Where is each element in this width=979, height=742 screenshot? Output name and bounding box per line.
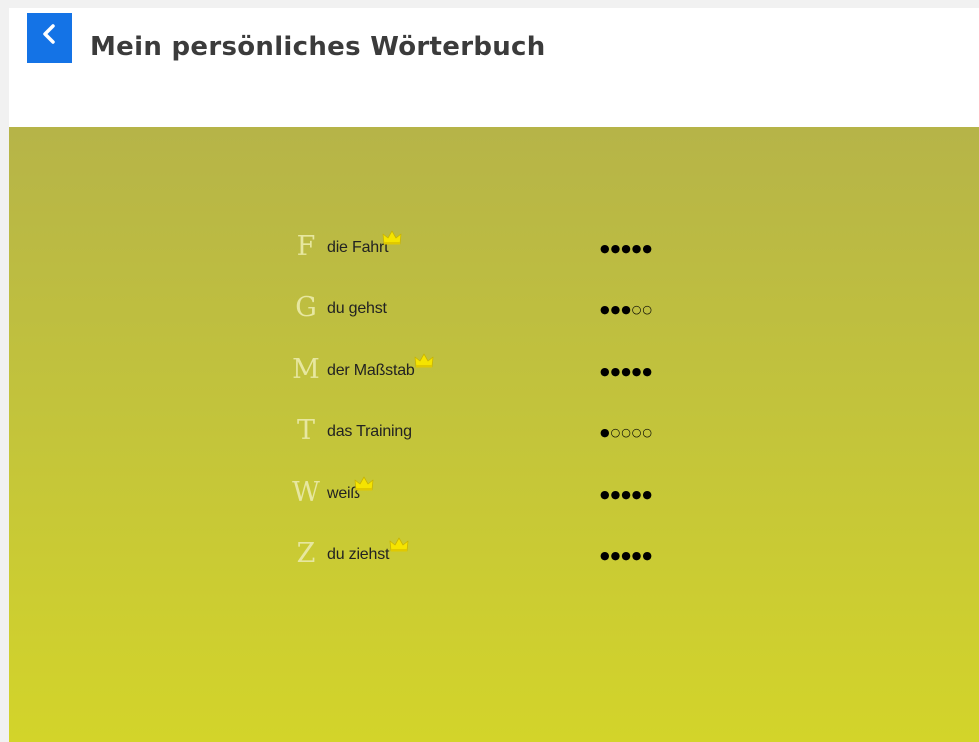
letter-heading: G: [295, 292, 317, 323]
word-text: die Fahrt: [327, 239, 389, 256]
progress-dots: ●●●○○: [600, 303, 653, 316]
top-border: [0, 0, 979, 8]
page: Mein persönliches Wörterbuch Fdie Fahrt ●…: [0, 0, 979, 742]
page-title: Mein persönliches Wörterbuch: [90, 32, 546, 62]
crown-icon: [354, 476, 374, 491]
crown-icon: [414, 353, 434, 368]
letter-heading: W: [292, 477, 320, 508]
word-row[interactable]: Zdu ziehst ●●●●●: [292, 537, 692, 577]
word-text: das Training: [327, 423, 412, 440]
word-text: der Maßstab: [327, 362, 415, 379]
word-row[interactable]: Wweiß ●●●●●: [292, 476, 692, 516]
left-border: [0, 0, 9, 742]
letter-heading: Z: [296, 538, 316, 569]
header: Mein persönliches Wörterbuch: [9, 8, 979, 127]
crown-icon: [382, 230, 402, 245]
letter-heading: F: [296, 231, 316, 262]
progress-dots: ●●●●●: [600, 365, 653, 378]
word-text: du gehst: [327, 300, 387, 317]
progress-dots: ●●●●●: [600, 488, 653, 501]
word-text: du ziehst: [327, 546, 390, 563]
word-row[interactable]: Tdas Training ●○○○○: [292, 414, 692, 454]
word-list: Fdie Fahrt ●●●●● Gdu gehst ●●●○○ Mder Maßsta…: [9, 127, 979, 742]
word-row[interactable]: Gdu gehst ●●●○○: [292, 291, 692, 331]
progress-dots: ●●●●●: [600, 242, 653, 255]
word-row[interactable]: Mder Maßstab ●●●●●: [292, 353, 692, 393]
progress-dots: ●●●●●: [600, 549, 653, 562]
letter-heading: M: [292, 354, 320, 385]
letter-heading: T: [296, 415, 315, 446]
dictionary-panel: Fdie Fahrt ●●●●● Gdu gehst ●●●○○ Mder Maßsta…: [9, 127, 979, 742]
chevron-left-icon: [43, 24, 55, 44]
crown-icon: [389, 537, 409, 552]
progress-dots: ●○○○○: [600, 426, 653, 439]
back-button[interactable]: [27, 13, 72, 63]
word-row[interactable]: Fdie Fahrt ●●●●●: [292, 230, 692, 270]
